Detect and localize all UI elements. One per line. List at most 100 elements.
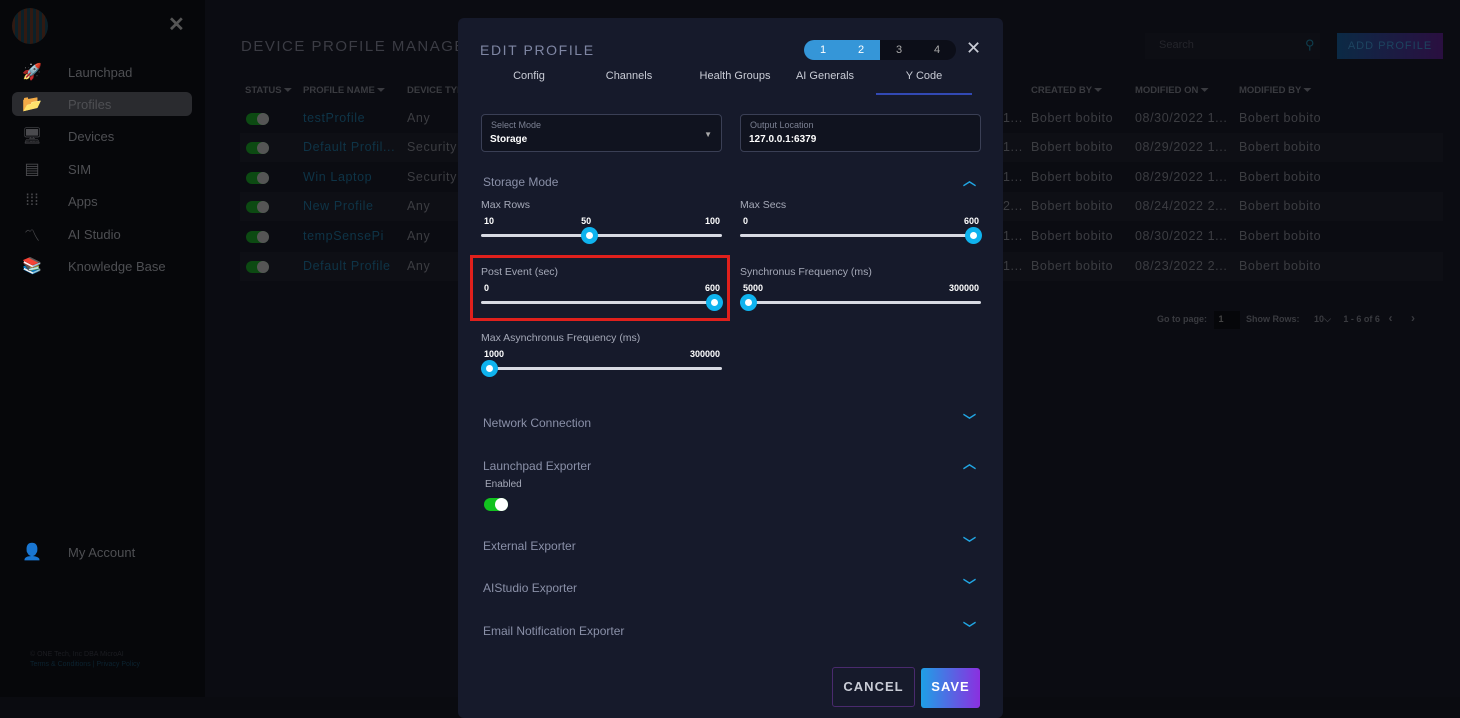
chevron-down-icon[interactable]: ﹀ [963,618,976,637]
launchpad-enabled-toggle[interactable] [484,498,508,511]
status-toggle[interactable] [246,172,269,184]
output-location-field[interactable]: Output Location 127.0.0.1:6379 [740,114,981,152]
slider-max-asynchronus-frequency-ms[interactable]: Max Asynchronus Frequency (ms) 1000 300000 [481,332,722,390]
cell-created-by: Bobert bobito [1031,140,1114,154]
slider-max-secs[interactable]: Max Secs 0 600 [740,199,982,257]
slider-thumb[interactable] [965,227,982,244]
filter-icon[interactable]: ⏷ [1301,85,1312,96]
output-location-value: 127.0.0.1:6379 [749,134,817,145]
slider-max: 300000 [948,283,979,293]
column-header[interactable]: DEVICE TYP [407,85,464,96]
cell-name[interactable]: tempSensePi [303,229,384,243]
sidebar-item-ai-studio[interactable]: 〽 AI Studio [12,222,192,246]
search-icon[interactable]: ⚲ [1305,37,1315,53]
slider-thumb[interactable] [581,227,598,244]
slider-max-rows[interactable]: Max Rows 10 100 50 [481,199,722,257]
close-sidebar-icon[interactable]: ✕ [168,12,185,37]
cell-name[interactable]: New Profile [303,199,374,213]
copyright: © ONE Tech, Inc DBA MicroAI [30,651,124,658]
cell-created-on: 1... [1003,111,1023,125]
sidebar-item-profiles[interactable]: 📂 Profiles [12,92,192,116]
column-header[interactable]: MODIFIED BY ⏷ [1239,85,1311,96]
slider-track[interactable] [740,234,981,237]
add-profile-button[interactable]: ADD PROFILE [1337,33,1443,59]
close-modal-icon[interactable]: ✕ [966,38,981,59]
slider-synchronus-frequency-ms[interactable]: Synchronus Frequency (ms) 5000 300000 [740,266,981,324]
sidebar-item-apps[interactable]: ⁞⁞⁞ Apps [12,189,192,213]
column-header[interactable]: MODIFIED ON ⏷ [1135,85,1209,96]
sidebar: ✕ 🚀 Launchpad 📂 Profiles 🖥 Devices ▤ SIM ⁞⁞⁞ Apps… [0,0,205,697]
status-toggle[interactable] [246,201,269,213]
filter-icon[interactable]: ⏷ [1092,85,1103,96]
slider-track[interactable] [481,234,722,237]
cell-modified-by: Bobert bobito [1239,111,1322,125]
sidebar-item-knowledge-base[interactable]: 📚 Knowledge Base [12,254,192,278]
status-toggle[interactable] [246,113,269,125]
step-indicator: 1234 [804,40,956,60]
select-mode-dropdown[interactable]: Select Mode Storage ▼ [481,114,722,152]
cell-created-by: Bobert bobito [1031,199,1114,213]
chevron-up-icon[interactable]: ︿ [963,453,976,472]
slider-min: 10 [484,216,495,226]
status-toggle[interactable] [246,231,269,243]
tab-health-groups[interactable]: Health Groups [680,70,790,82]
column-header[interactable]: CREATED BY ⏷ [1031,85,1102,96]
cell-type: Security [407,170,457,184]
tab-y-code[interactable]: Y Code [876,70,972,82]
sidebar-item-label: Launchpad [68,64,133,80]
slider-label: Synchronus Frequency (ms) [740,266,872,278]
search-input[interactable]: Search ⚲ [1145,33,1320,59]
next-page-icon[interactable]: › [1411,311,1415,325]
cell-name[interactable]: testProfile [303,111,365,125]
column-header[interactable]: PROFILE NAME ⏷ [303,85,385,96]
sidebar-item-sim[interactable]: ▤ SIM [12,157,192,181]
sidebar-item-devices[interactable]: 🖥 Devices [12,124,192,148]
sidebar-item-my-account[interactable]: 👤 My Account [12,540,192,564]
rows-label: Show Rows: [1246,314,1300,324]
section-aistudio-exporter[interactable]: AIStudio Exporter [483,581,577,595]
filter-icon[interactable]: ⏷ [375,85,385,96]
slider-thumb[interactable] [740,294,757,311]
slider-track[interactable] [740,301,981,304]
cell-modified-on: 08/30/2022 1... [1135,111,1228,125]
filter-icon[interactable]: ⏷ [1198,85,1209,96]
status-toggle[interactable] [246,261,269,273]
step-3[interactable]: 3 [880,40,918,60]
modal-title: EDIT PROFILE [480,42,595,58]
cell-type: Any [407,259,431,273]
column-header[interactable]: STATUS ⏷ [245,85,292,96]
section-external-exporter[interactable]: External Exporter [483,539,576,553]
chevron-down-icon[interactable]: ﹀ [963,410,976,429]
step-1[interactable]: 1 [804,40,842,60]
rows-select[interactable]: 10⌵ [1314,314,1331,324]
section-storage-mode[interactable]: Storage Mode [483,175,558,189]
tab-config[interactable]: Config [480,70,578,82]
cell-modified-by: Bobert bobito [1239,170,1322,184]
tab-ai-generals[interactable]: AI Generals [780,70,870,82]
section-launchpad-exporter[interactable]: Launchpad Exporter [483,459,591,473]
section-email-notification-exporter[interactable]: Email Notification Exporter [483,624,624,638]
step-2[interactable]: 2 [842,40,880,60]
step-4[interactable]: 4 [918,40,956,60]
section-network-connection[interactable]: Network Connection [483,416,591,430]
chevron-down-icon[interactable]: ﹀ [963,575,976,594]
terms-link[interactable]: Terms & Conditions [30,661,91,668]
save-button[interactable]: SAVE [921,668,980,708]
page-input[interactable]: 1 [1213,311,1240,329]
chevron-up-icon[interactable]: ︿ [963,170,976,189]
filter-icon[interactable]: ⏷ [282,85,292,96]
slider-thumb[interactable] [481,360,498,377]
prev-page-icon[interactable]: ‹ [1388,311,1392,325]
chevron-down-icon[interactable]: ﹀ [963,533,976,552]
cell-name[interactable]: Default Profile [303,259,391,273]
cancel-button[interactable]: CANCEL [832,667,915,707]
sidebar-item-launchpad[interactable]: 🚀 Launchpad [12,60,192,84]
status-toggle[interactable] [246,142,269,154]
cell-created-on: 2... [1003,199,1023,213]
tab-channels[interactable]: Channels [580,70,678,82]
slider-label: Max Secs [740,199,787,211]
slider-track[interactable] [481,367,722,370]
cell-name[interactable]: Default Profil... [303,140,395,154]
cell-name[interactable]: Win Laptop [303,170,372,184]
privacy-link[interactable]: Privacy Policy [96,661,140,668]
